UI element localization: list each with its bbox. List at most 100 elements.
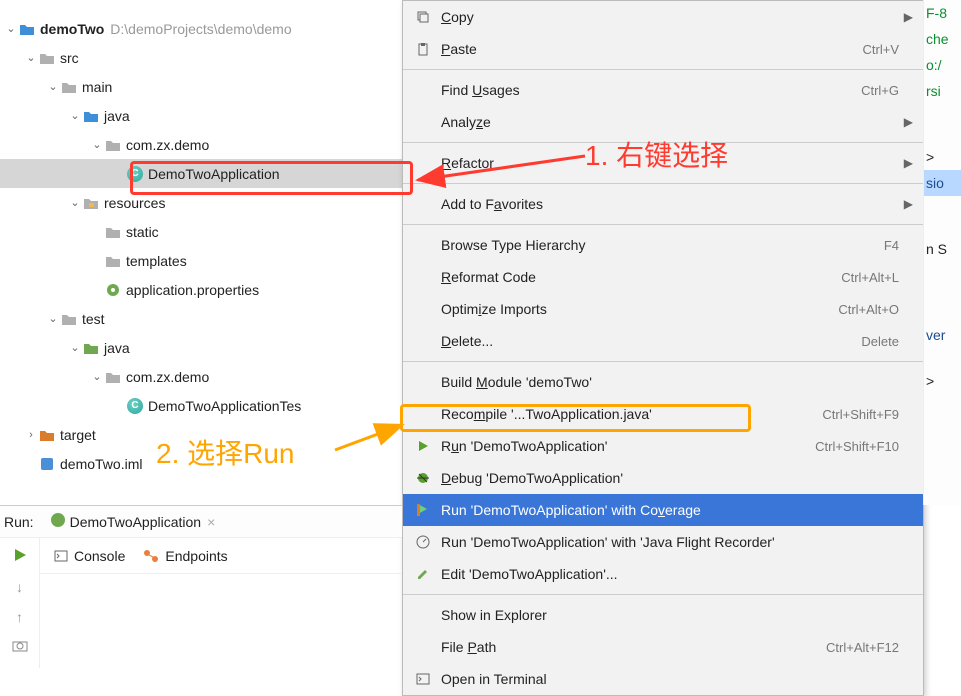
down-arrow-icon[interactable]: ↓ bbox=[16, 579, 23, 595]
shortcut: Ctrl+Alt+L bbox=[841, 270, 899, 285]
tree-package-test[interactable]: ⌄ com.zx.demo bbox=[0, 362, 402, 391]
menu-reformat[interactable]: Reformat Code Ctrl+Alt+L bbox=[403, 261, 923, 293]
folder-icon bbox=[18, 20, 36, 38]
tree-properties[interactable]: application.properties bbox=[0, 275, 402, 304]
chevron-down-icon: ⌄ bbox=[90, 370, 104, 383]
menu-separator bbox=[403, 183, 923, 184]
menu-separator bbox=[403, 361, 923, 362]
menu-show-explorer[interactable]: Show in Explorer bbox=[403, 599, 923, 631]
shortcut: Ctrl+Alt+O bbox=[838, 302, 899, 317]
tree-label: application.properties bbox=[126, 282, 259, 298]
shortcut: Delete bbox=[861, 334, 899, 349]
menu-run-coverage[interactable]: Run 'DemoTwoApplication' with Coverage bbox=[403, 494, 923, 526]
tree-label: com.zx.demo bbox=[126, 369, 209, 385]
tree-src[interactable]: ⌄ src bbox=[0, 43, 402, 72]
folder-icon bbox=[104, 223, 122, 241]
menu-delete[interactable]: Delete... Delete bbox=[403, 325, 923, 357]
menu-separator bbox=[403, 224, 923, 225]
run-panel-header: Run: DemoTwoApplication × bbox=[0, 506, 402, 538]
menu-build-module[interactable]: Build Module 'demoTwo' bbox=[403, 366, 923, 398]
menu-separator bbox=[403, 594, 923, 595]
menu-optimize-imports[interactable]: Optimize Imports Ctrl+Alt+O bbox=[403, 293, 923, 325]
menu-run-jfr[interactable]: Run 'DemoTwoApplication' with 'Java Flig… bbox=[403, 526, 923, 558]
chevron-down-icon: ⌄ bbox=[4, 22, 18, 35]
annotation-highlight-red bbox=[130, 161, 413, 195]
debug-icon bbox=[413, 471, 433, 485]
menu-add-favorites[interactable]: Add to Favorites ▶ bbox=[403, 188, 923, 220]
run-toolbar: ↓ ↑ bbox=[0, 538, 40, 668]
menu-find-usages[interactable]: Find Usages Ctrl+G bbox=[403, 74, 923, 106]
shortcut: Ctrl+Shift+F10 bbox=[815, 439, 899, 454]
folder-icon bbox=[104, 252, 122, 270]
run-icon bbox=[413, 440, 433, 452]
class-icon: C bbox=[126, 397, 144, 415]
package-icon bbox=[104, 368, 122, 386]
endpoints-icon bbox=[143, 549, 159, 563]
project-tree: ⌄ demoTwo D:\demoProjects\demo\demo ⌄ sr… bbox=[0, 0, 402, 478]
tree-static[interactable]: static bbox=[0, 217, 402, 246]
endpoints-tab[interactable]: Endpoints bbox=[143, 548, 227, 564]
tree-package-main[interactable]: ⌄ com.zx.demo bbox=[0, 130, 402, 159]
submenu-arrow-icon: ▶ bbox=[904, 115, 913, 129]
menu-paste[interactable]: Paste Ctrl+V bbox=[403, 33, 923, 65]
console-tab[interactable]: Console bbox=[54, 548, 125, 564]
resources-folder-icon bbox=[82, 194, 100, 212]
shortcut: Ctrl+V bbox=[863, 42, 899, 57]
chevron-down-icon: ⌄ bbox=[46, 312, 60, 325]
run-config-tab[interactable]: DemoTwoApplication × bbox=[50, 512, 216, 531]
menu-copy[interactable]: Copy ▶ bbox=[403, 1, 923, 33]
menu-browse-hierarchy[interactable]: Browse Type Hierarchy F4 bbox=[403, 229, 923, 261]
run-config-name: DemoTwoApplication bbox=[70, 514, 202, 530]
annotation-step1: 1. 右键选择 bbox=[585, 134, 728, 174]
menu-debug[interactable]: Debug 'DemoTwoApplication' bbox=[403, 462, 923, 494]
excluded-folder-icon bbox=[38, 426, 56, 444]
tree-label: java bbox=[104, 108, 130, 124]
project-path: D:\demoProjects\demo\demo bbox=[110, 21, 291, 37]
tree-class-test[interactable]: C DemoTwoApplicationTes bbox=[0, 391, 402, 420]
menu-edit-config[interactable]: Edit 'DemoTwoApplication'... bbox=[403, 558, 923, 590]
tree-label: static bbox=[126, 224, 159, 240]
tree-test[interactable]: ⌄ test bbox=[0, 304, 402, 333]
project-name: demoTwo bbox=[40, 21, 104, 37]
tree-label: demoTwo.iml bbox=[60, 456, 142, 472]
tree-label: main bbox=[82, 79, 112, 95]
tree-label: test bbox=[82, 311, 105, 327]
run-icon[interactable] bbox=[13, 548, 27, 565]
submenu-arrow-icon: ▶ bbox=[904, 156, 913, 170]
tree-label: src bbox=[60, 50, 79, 66]
tree-label: target bbox=[60, 427, 96, 443]
run-output-tabs: Console Endpoints bbox=[40, 538, 402, 574]
tree-project-root[interactable]: ⌄ demoTwo D:\demoProjects\demo\demo bbox=[0, 14, 402, 43]
run-panel: Run: DemoTwoApplication × ↓ ↑ Console En… bbox=[0, 505, 402, 668]
test-folder-icon bbox=[82, 339, 100, 357]
chevron-right-icon: › bbox=[24, 429, 38, 441]
menu-run[interactable]: Run 'DemoTwoApplication' Ctrl+Shift+F10 bbox=[403, 430, 923, 462]
shortcut: Ctrl+G bbox=[861, 83, 899, 98]
properties-icon bbox=[104, 281, 122, 299]
annotation-highlight-orange bbox=[400, 404, 751, 432]
copy-icon bbox=[413, 10, 433, 24]
shortcut: Ctrl+Shift+F9 bbox=[822, 407, 899, 422]
menu-file-path[interactable]: File Path Ctrl+Alt+F12 bbox=[403, 631, 923, 663]
camera-icon[interactable] bbox=[12, 639, 28, 655]
submenu-arrow-icon: ▶ bbox=[904, 10, 913, 24]
source-folder-icon bbox=[82, 107, 100, 125]
shortcut: Ctrl+Alt+F12 bbox=[826, 640, 899, 655]
shortcut: F4 bbox=[884, 238, 899, 253]
folder-icon bbox=[38, 49, 56, 67]
tree-java-main[interactable]: ⌄ java bbox=[0, 101, 402, 130]
chevron-down-icon: ⌄ bbox=[46, 80, 60, 93]
folder-icon bbox=[60, 310, 78, 328]
submenu-arrow-icon: ▶ bbox=[904, 197, 913, 211]
module-icon bbox=[38, 455, 56, 473]
chevron-down-icon: ⌄ bbox=[68, 196, 82, 209]
tree-label: java bbox=[104, 340, 130, 356]
close-icon[interactable]: × bbox=[207, 514, 215, 530]
tree-label: DemoTwoApplicationTes bbox=[148, 398, 301, 414]
terminal-icon bbox=[413, 673, 433, 685]
chevron-down-icon: ⌄ bbox=[24, 51, 38, 64]
tree-java-test[interactable]: ⌄ java bbox=[0, 333, 402, 362]
tree-main[interactable]: ⌄ main bbox=[0, 72, 402, 101]
up-arrow-icon[interactable]: ↑ bbox=[16, 609, 23, 625]
tree-templates[interactable]: templates bbox=[0, 246, 402, 275]
